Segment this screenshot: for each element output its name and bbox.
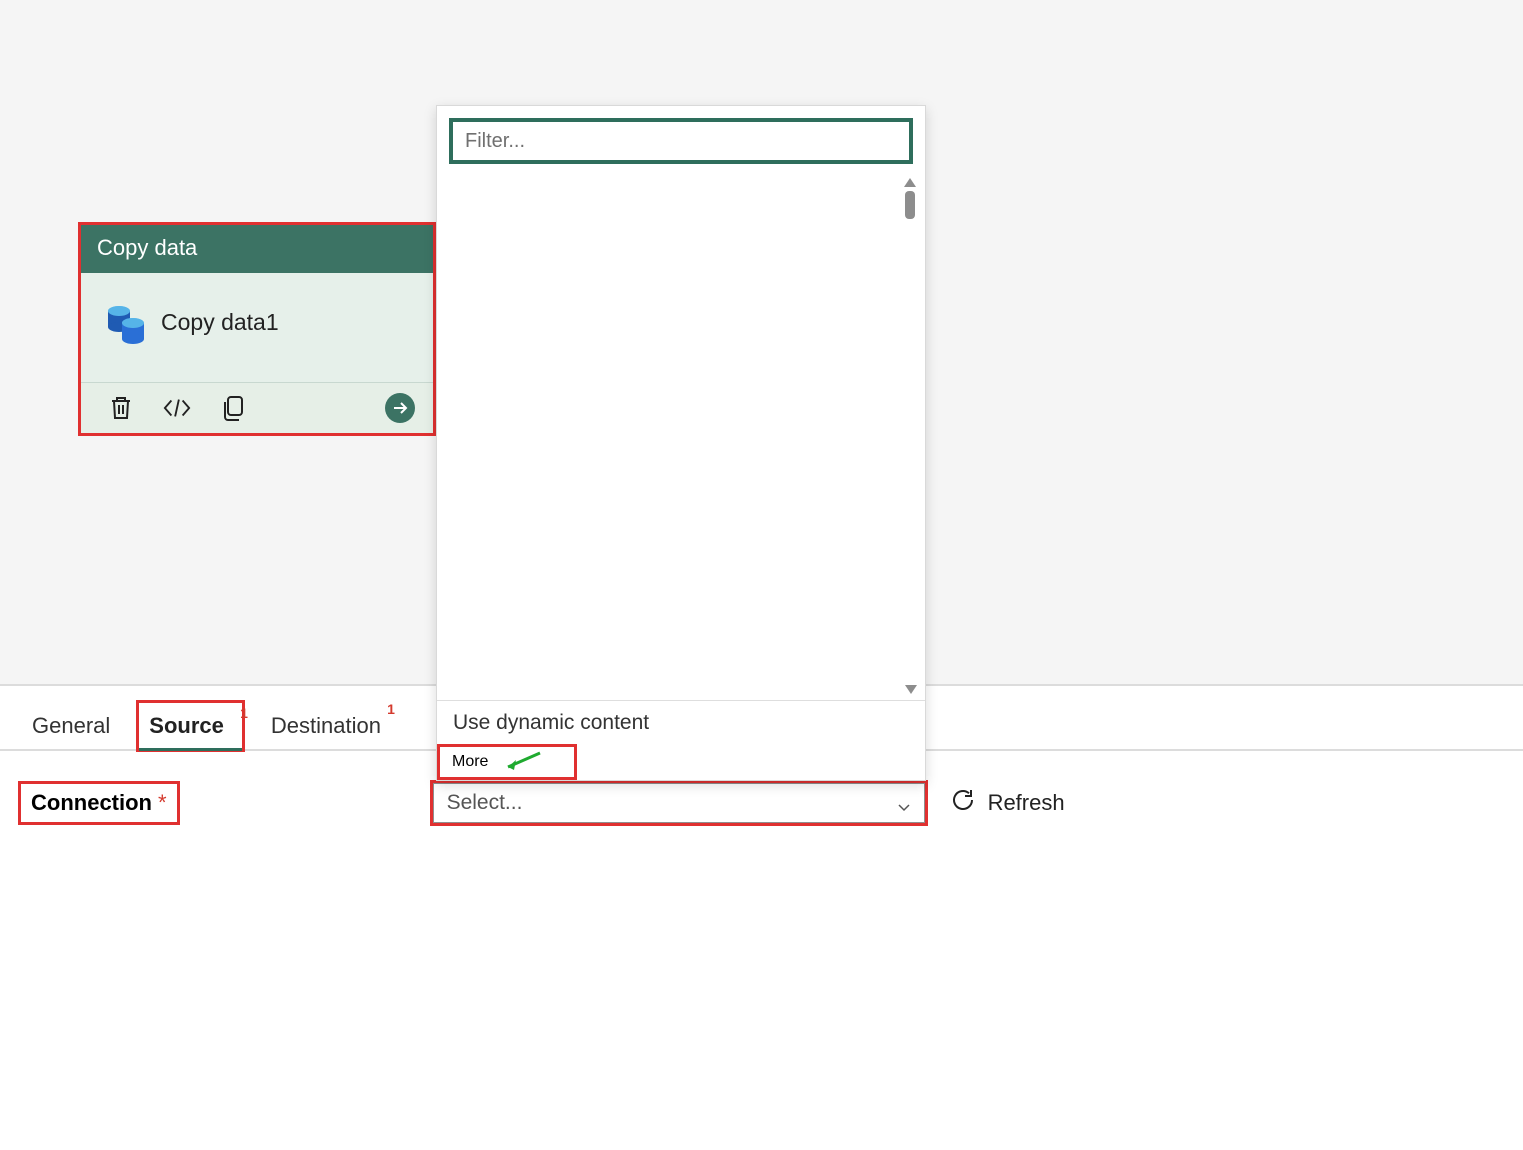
delete-icon[interactable]: [107, 394, 135, 422]
tab-general[interactable]: General: [24, 699, 118, 749]
activity-title: Copy data: [81, 225, 433, 273]
option-use-dynamic-content[interactable]: Use dynamic content: [437, 700, 925, 745]
filter-input[interactable]: [451, 120, 911, 162]
copy-data-icon: [105, 299, 149, 352]
activity-toolbar: [81, 383, 433, 433]
scroll-thumb[interactable]: [905, 191, 915, 219]
scroll-up-icon[interactable]: [904, 178, 916, 187]
annotation-arrow-icon: [502, 753, 540, 771]
required-star-icon: *: [158, 790, 167, 816]
option-more[interactable]: More: [437, 744, 577, 780]
activity-name: Copy data1: [161, 309, 279, 336]
tab-source-badge: 1: [240, 705, 248, 721]
connection-select[interactable]: Select...: [430, 780, 928, 826]
connection-row: Connection * Select... Refresh: [18, 780, 1065, 826]
connection-label-text: Connection: [31, 790, 152, 816]
dropdown-list[interactable]: [439, 170, 923, 700]
tab-destination[interactable]: Destination 1: [263, 699, 389, 749]
refresh-label: Refresh: [988, 790, 1065, 816]
chevron-down-icon: [897, 796, 911, 810]
connection-dropdown: Use dynamic content More: [436, 105, 926, 781]
run-icon[interactable]: [385, 393, 415, 423]
tab-destination-badge: 1: [387, 701, 395, 717]
connection-label: Connection *: [18, 781, 180, 825]
tab-source[interactable]: Source 1: [136, 700, 245, 752]
scroll-down-icon[interactable]: [905, 685, 917, 694]
activity-body: Copy data1: [81, 273, 433, 383]
tab-destination-label: Destination: [271, 713, 381, 738]
tab-source-label: Source: [149, 713, 224, 738]
scrollbar[interactable]: [903, 178, 917, 219]
refresh-icon: [950, 787, 976, 819]
connection-select-placeholder: Select...: [447, 791, 523, 815]
code-icon[interactable]: [163, 394, 191, 422]
option-more-label: More: [452, 753, 488, 771]
copy-data-activity[interactable]: Copy data Copy data1: [78, 222, 436, 436]
refresh-button[interactable]: Refresh: [950, 787, 1065, 819]
copy-icon[interactable]: [219, 394, 247, 422]
